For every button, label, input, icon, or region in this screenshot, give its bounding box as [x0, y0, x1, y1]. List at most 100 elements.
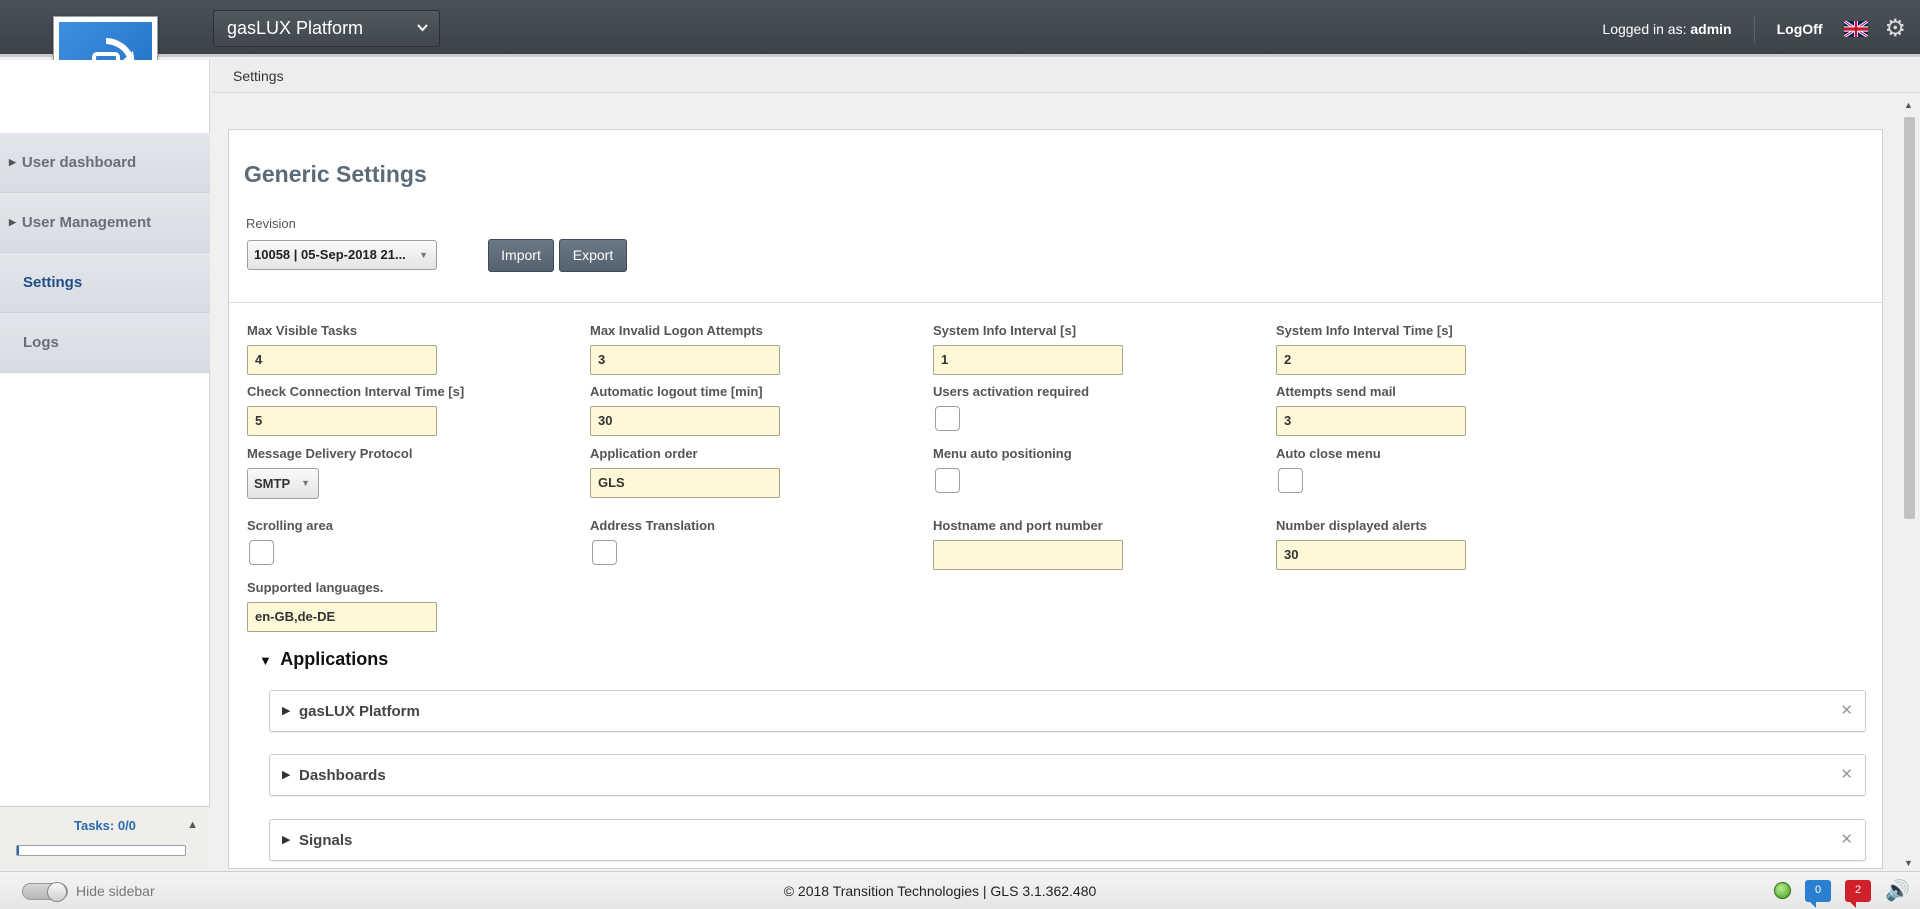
sidebar-item-logs[interactable]: Logs — [0, 313, 210, 373]
field-check-connection: Check Connection Interval Time [s] 5 — [247, 384, 465, 436]
field-label: Supported languages. — [247, 580, 384, 595]
field-label: Attempts send mail — [1276, 384, 1396, 399]
revision-select-value: 10058 | 05-Sep-2018 21... — [254, 247, 406, 262]
field-label: Check Connection Interval Time [s] — [247, 384, 465, 399]
uk-flag-icon[interactable] — [1844, 20, 1869, 37]
field-system-info-interval: System Info Interval [s] 1 — [933, 323, 1123, 375]
copyright-text: © 2018 Transition Technologies | GLS 3.1… — [783, 883, 1097, 899]
menu-auto-positioning-checkbox[interactable] — [935, 468, 960, 493]
max-visible-tasks-input[interactable]: 4 — [247, 345, 437, 375]
field-supported-languages: Supported languages. en-GB,de-DE — [247, 580, 437, 632]
scroll-up-icon[interactable]: ▲ — [1904, 100, 1913, 110]
message-delivery-select[interactable]: SMTP ▼ — [247, 468, 319, 499]
sidebar-item-label: User dashboard — [21, 154, 137, 171]
sidebar-item-user-dashboard[interactable]: ▶ User dashboard — [0, 133, 210, 193]
application-row[interactable]: ▶ Signals ✕ — [269, 819, 1866, 861]
scroll-down-icon[interactable]: ▼ — [1904, 858, 1913, 868]
field-address-translation: Address Translation — [590, 518, 715, 565]
logoff-link[interactable]: LogOff — [1777, 21, 1823, 37]
header-separator — [1753, 14, 1755, 43]
field-label: Message Delivery Protocol — [247, 446, 413, 461]
field-number-alerts: Number displayed alerts 30 — [1276, 518, 1466, 570]
generic-settings-panel: Generic Settings Revision 10058 | 05-Sep… — [228, 129, 1883, 869]
triangle-right-icon: ▶ — [282, 769, 291, 781]
connection-status-icon — [1774, 882, 1792, 899]
revision-label: Revision — [246, 216, 296, 231]
gear-icon[interactable]: ⚙ — [1884, 14, 1906, 43]
sidebar-nav: ▶ User dashboard ▶ User Management Setti… — [0, 133, 210, 373]
footer-icons: 0 2 🔊 — [1774, 878, 1910, 908]
hostname-port-input[interactable] — [933, 540, 1123, 570]
sidebar: ▶ User dashboard ▶ User Management Setti… — [0, 60, 210, 868]
field-users-activation: Users activation required — [933, 384, 1089, 431]
close-icon[interactable]: ✕ — [1840, 830, 1853, 848]
auto-close-menu-checkbox[interactable] — [1278, 468, 1303, 493]
close-icon[interactable]: ✕ — [1840, 765, 1853, 783]
messages-icon[interactable]: 0 — [1805, 879, 1832, 908]
application-name: Signals — [299, 832, 353, 849]
field-auto-logout: Automatic logout time [min] 30 — [590, 384, 780, 436]
field-scrolling-area: Scrolling area — [247, 518, 333, 565]
application-selector[interactable]: gasLUX Platform — [213, 10, 440, 47]
application-row[interactable]: ▶ gasLUX Platform ✕ — [269, 690, 1866, 732]
system-info-interval-time-input[interactable]: 2 — [1276, 345, 1466, 375]
field-max-visible-tasks: Max Visible Tasks 4 — [247, 323, 437, 375]
caret-up-icon[interactable]: ▲ — [187, 819, 198, 831]
tasks-progress-fill — [17, 846, 19, 855]
triangle-right-icon: ▶ — [282, 834, 291, 846]
field-label: Application order — [590, 446, 698, 461]
auto-logout-input[interactable]: 30 — [590, 406, 780, 436]
caret-right-icon: ▶ — [9, 157, 16, 167]
tasks-label[interactable]: Tasks: 0/0 — [74, 818, 136, 833]
sidebar-item-label: User Management — [21, 214, 152, 231]
footer: Hide sidebar © 2018 Transition Technolog… — [0, 871, 1920, 909]
applications-heading: Applications — [280, 649, 389, 669]
field-system-info-interval-time: System Info Interval Time [s] 2 — [1276, 323, 1466, 375]
sidebar-item-label: Logs — [23, 334, 59, 351]
dropdown-arrow-icon: ▼ — [301, 478, 310, 488]
application-name: gasLUX Platform — [299, 703, 420, 720]
triangle-right-icon: ▶ — [282, 705, 291, 717]
breadcrumb-settings: Settings — [233, 68, 284, 84]
vertical-scrollbar[interactable]: ▲ ▼ — [1901, 100, 1918, 868]
check-connection-input[interactable]: 5 — [247, 406, 437, 436]
attempts-send-mail-input[interactable]: 3 — [1276, 406, 1466, 436]
scrolling-area-checkbox[interactable] — [249, 540, 274, 565]
address-translation-checkbox[interactable] — [592, 540, 617, 565]
alerts-icon[interactable]: 2 — [1845, 879, 1872, 908]
application-row[interactable]: ▶ Dashboards ✕ — [269, 754, 1866, 796]
triangle-down-icon: ▼ — [259, 653, 272, 668]
logged-in-prefix: Logged in as: — [1602, 20, 1687, 37]
system-info-interval-input[interactable]: 1 — [933, 345, 1123, 375]
sidebar-item-settings[interactable]: Settings — [0, 253, 210, 313]
page-title: Generic Settings — [244, 161, 427, 187]
field-label: Menu auto positioning — [933, 446, 1072, 461]
field-application-order: Application order GLS — [590, 446, 780, 498]
field-label: Max Visible Tasks — [247, 323, 358, 338]
logged-in-user: admin — [1690, 20, 1732, 37]
max-invalid-logon-input[interactable]: 3 — [590, 345, 780, 375]
users-activation-checkbox[interactable] — [935, 406, 960, 431]
field-label: Number displayed alerts — [1276, 518, 1427, 533]
import-button[interactable]: Import — [488, 239, 554, 272]
export-button[interactable]: Export — [559, 239, 627, 272]
applications-toggle[interactable]: ▼ Applications — [259, 649, 388, 670]
field-label: Auto close menu — [1276, 446, 1381, 461]
sidebar-item-label: Settings — [23, 274, 83, 291]
chevron-down-icon — [416, 11, 429, 59]
tasks-progress-bar — [16, 845, 186, 856]
sidebar-item-user-management[interactable]: ▶ User Management — [0, 193, 210, 253]
application-name: Dashboards — [299, 767, 386, 784]
field-label: Max Invalid Logon Attempts — [590, 323, 763, 338]
scrollbar-thumb[interactable] — [1904, 117, 1915, 519]
speaker-icon[interactable]: 🔊 — [1885, 878, 1910, 903]
message-delivery-value: SMTP — [254, 476, 291, 491]
application-order-input[interactable]: GLS — [590, 468, 780, 498]
supported-languages-input[interactable]: en-GB,de-DE — [247, 602, 437, 632]
field-message-delivery: Message Delivery Protocol SMTP ▼ — [247, 446, 413, 499]
close-icon[interactable]: ✕ — [1840, 701, 1853, 719]
revision-select[interactable]: 10058 | 05-Sep-2018 21... ▼ — [247, 240, 437, 270]
number-alerts-input[interactable]: 30 — [1276, 540, 1466, 570]
field-label: Scrolling area — [247, 518, 333, 533]
logged-in-info: Logged in as: admin — [1602, 21, 1731, 37]
